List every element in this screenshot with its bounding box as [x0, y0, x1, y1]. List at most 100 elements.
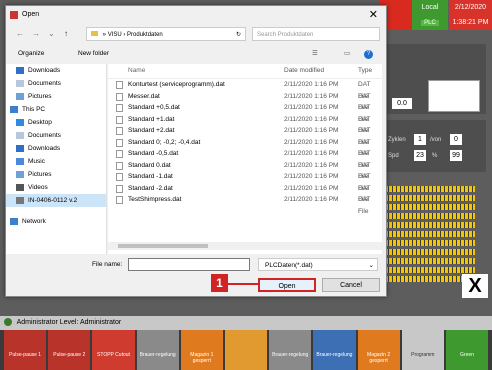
- back-arrow-icon[interactable]: ←: [16, 29, 24, 38]
- file-date: 2/11/2020 1:16 PM: [284, 138, 339, 146]
- address-bar[interactable]: » VISU › Produktdaten ↻: [86, 27, 246, 41]
- document-icon: [16, 80, 24, 87]
- file-date: 2/11/2020 1:16 PM: [284, 127, 339, 134]
- fkey-1[interactable]: Pulse-pause 1: [4, 330, 47, 370]
- tree-item[interactable]: Music: [6, 155, 106, 168]
- tree-item[interactable]: Desktop: [6, 116, 106, 129]
- open-dialog: Open ✕ ← → ⌄ ↑ » VISU › Produktdaten ↻ S…: [5, 5, 387, 297]
- user-status-bar: Administrator Level: Administrator: [0, 316, 492, 330]
- tree-item[interactable]: Downloads: [6, 64, 106, 77]
- fkey-4[interactable]: Brauer-regelung: [136, 330, 179, 370]
- breadcrumb-visu[interactable]: VISU: [108, 32, 122, 38]
- file-name: Standard -2.dat: [128, 184, 173, 192]
- document-icon: [16, 132, 24, 139]
- tree-item[interactable]: Downloads: [6, 142, 106, 155]
- file-date: 2/11/2020 1:16 PM: [284, 184, 339, 192]
- open-button[interactable]: Open: [258, 278, 316, 292]
- preview-pane-icon[interactable]: ▭: [344, 46, 350, 62]
- cancel-button[interactable]: Cancel: [322, 278, 380, 292]
- column-type[interactable]: Type: [358, 64, 372, 78]
- fkey-7[interactable]: Brauer-regelung: [269, 330, 312, 370]
- list-item[interactable]: Konturtest (serviceprogramm).dat 2/11/202…: [108, 79, 382, 100]
- app-icon: [10, 11, 18, 19]
- breadcrumb-produktdaten[interactable]: Produktdaten: [127, 32, 163, 38]
- fkey-9[interactable]: Magazin 2 gesperrt: [357, 330, 400, 370]
- callout-marker: 1: [211, 274, 228, 292]
- navigation-pane: Downloads Documents Pictures This PC Des…: [6, 64, 107, 254]
- chevron-down-icon[interactable]: ⌄: [48, 29, 55, 38]
- speed-value[interactable]: 23: [414, 150, 426, 161]
- status-local: Local: [421, 4, 439, 12]
- close-x-button[interactable]: X: [462, 274, 488, 298]
- cycles-total[interactable]: 0: [450, 134, 462, 145]
- graph-box: [428, 80, 480, 112]
- fkey-2[interactable]: Pulse-pause 2: [48, 330, 91, 370]
- speed-box[interactable]: 99: [450, 150, 462, 161]
- tree-item[interactable]: Pictures: [6, 168, 106, 181]
- computer-icon: [10, 106, 18, 113]
- value-box[interactable]: 0.0: [392, 98, 412, 109]
- speed-label: Spd: [388, 153, 399, 159]
- fkey-8[interactable]: Brauer-regelung: [313, 330, 356, 370]
- list-item[interactable]: Standard +2.dat 2/11/2020 1:16 PM DAT File: [108, 125, 382, 146]
- cycles-value[interactable]: 1: [414, 134, 426, 145]
- search-input[interactable]: Search Produktdaten: [252, 27, 380, 41]
- list-item[interactable]: Messer.dat 2/11/2020 1:16 PM DAT File: [108, 91, 382, 111]
- tree-item[interactable]: IN-0406-0112 v.2: [6, 194, 106, 207]
- fkey-6[interactable]: [224, 330, 268, 370]
- up-arrow-icon[interactable]: ↑: [64, 29, 68, 38]
- forward-arrow-icon[interactable]: →: [32, 29, 40, 38]
- view-icon[interactable]: ☰: [312, 46, 318, 62]
- new-folder-button[interactable]: New folder: [78, 46, 109, 62]
- fkey-5[interactable]: Magazin 1 gesperrt: [180, 330, 223, 370]
- refresh-icon[interactable]: ↻: [236, 28, 241, 42]
- column-date[interactable]: Date modified: [284, 64, 324, 78]
- clock-date: 2/12/2020: [454, 4, 487, 11]
- fkey-10[interactable]: Programm: [401, 330, 444, 370]
- tree-item[interactable]: Network: [6, 215, 106, 228]
- list-item[interactable]: Standard 0.dat 2/11/2020 1:16 PM DAT File: [108, 160, 382, 180]
- list-item[interactable]: Standard 0; -0,2; -0,4.dat 2/11/2020 1:16…: [108, 137, 382, 157]
- user-icon: [4, 318, 12, 327]
- organize-button[interactable]: Organize: [18, 46, 44, 62]
- column-name[interactable]: Name: [128, 64, 145, 78]
- file-name-input[interactable]: [128, 258, 250, 271]
- list-item[interactable]: Standard -0,5.dat 2/11/2020 1:16 PM DAT Fi…: [108, 148, 382, 169]
- fkey-11[interactable]: Green: [445, 330, 489, 370]
- tree-item[interactable]: This PC: [6, 103, 106, 116]
- file-name: Standard +2.dat: [128, 127, 175, 134]
- fkey-3[interactable]: STOPP Cutout: [92, 330, 135, 370]
- help-icon[interactable]: ?: [364, 50, 373, 59]
- list-item[interactable]: Standard +1.dat 2/11/2020 1:16 PM DAT File: [108, 114, 382, 134]
- list-item[interactable]: Standard +0,5.dat 2/11/2020 1:16 PM DAT Fi…: [108, 102, 382, 123]
- tree-item[interactable]: Documents: [6, 77, 106, 90]
- list-item[interactable]: Standard -2.dat 2/11/2020 1:16 PM DAT File: [108, 183, 382, 203]
- file-name: Standard +0,5.dat: [128, 104, 180, 111]
- file-name: Standard 0; -0,2; -0,4.dat: [128, 138, 201, 146]
- navigation-bar: ← → ⌄ ↑ » VISU › Produktdaten ↻ Search P…: [6, 26, 386, 42]
- drive-icon: [16, 197, 24, 204]
- tree-item[interactable]: Pictures: [6, 90, 106, 103]
- file-icon: [116, 138, 123, 147]
- file-icon: [116, 127, 123, 135]
- file-name: Standard -0,5.dat: [128, 150, 179, 157]
- function-key-bar: Pulse-pause 1 Pulse-pause 2 STOPP Cutout…: [0, 330, 492, 370]
- file-date: 2/11/2020 1:16 PM: [284, 150, 339, 157]
- list-item[interactable]: TestShimpress.dat 2/11/2020 1:16 PM DAT Fi…: [108, 194, 382, 215]
- list-header: Name Date modified Type: [108, 64, 382, 79]
- list-item[interactable]: Standard -1.dat 2/11/2020 1:16 PM DAT File: [108, 171, 382, 192]
- cycles-of: /von: [430, 137, 442, 143]
- horizontal-scrollbar[interactable]: [108, 242, 382, 250]
- tree-item[interactable]: Documents: [6, 129, 106, 142]
- file-type-select[interactable]: PLCDaten(*.dat) ⌄: [258, 258, 378, 271]
- file-name: Messer.dat: [128, 92, 160, 100]
- file-name: Standard 0.dat: [128, 161, 171, 169]
- close-icon[interactable]: ✕: [369, 6, 378, 24]
- scroll-thumb[interactable]: [118, 244, 208, 248]
- tree-item[interactable]: Videos: [6, 181, 106, 194]
- file-icon: [116, 104, 123, 112]
- file-list: Name Date modified Type Konturtest (serv…: [108, 64, 382, 254]
- cycles-label: Zyklen: [388, 137, 406, 143]
- dialog-title: Open: [22, 11, 40, 18]
- file-date: 2/11/2020 1:16 PM: [284, 161, 339, 169]
